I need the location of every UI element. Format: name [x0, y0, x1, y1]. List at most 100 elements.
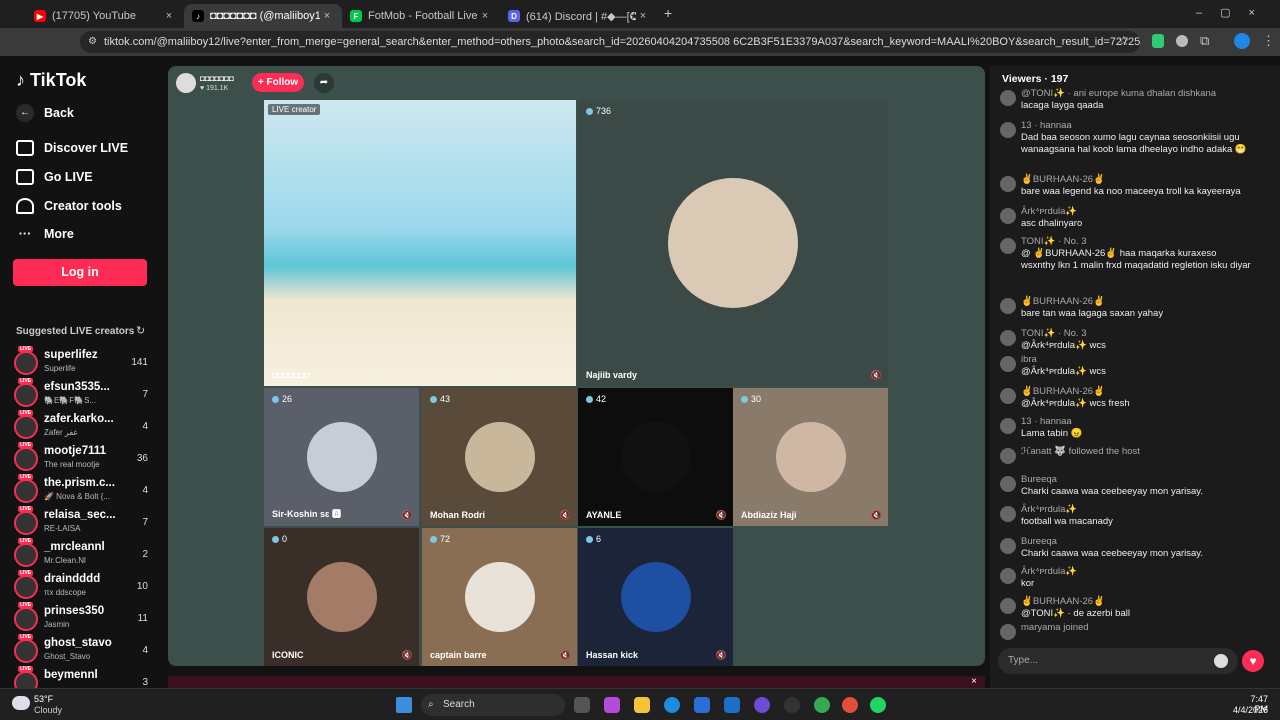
- chrome-icon[interactable]: [814, 697, 830, 713]
- chrome-icon[interactable]: [842, 697, 858, 713]
- tab-discord[interactable]: D (614) Discord | #◆—[✪]GENE×: [500, 4, 658, 28]
- chat-text: bare waa legend ka noo maceeya troll ka …: [1021, 186, 1241, 197]
- share-icon[interactable]: ➦: [314, 73, 334, 93]
- site-info-icon[interactable]: ⚙: [88, 36, 97, 47]
- suggested-creator[interactable]: LIVE mootje7111 The real mootje 36: [14, 442, 148, 475]
- windows-start-icon[interactable]: [396, 697, 412, 713]
- tiktok-logo[interactable]: ♪ TikTok: [16, 70, 86, 91]
- nav-discover-live[interactable]: Discover LIVE: [16, 140, 128, 156]
- new-tab-icon[interactable]: +: [664, 5, 672, 21]
- extension-icon[interactable]: [1176, 35, 1188, 47]
- chat-text: Lama tabin 😠: [1021, 428, 1083, 439]
- close-icon[interactable]: ×: [320, 10, 334, 22]
- guest-name: Najiib vardy: [586, 370, 638, 380]
- suggested-creator[interactable]: LIVE efsun3535... 🐘E🐘F🐘S... 7: [14, 378, 148, 411]
- edge-icon[interactable]: [664, 697, 680, 713]
- beach-image: [264, 100, 576, 386]
- tab-tiktok[interactable]: ♪ ◘◘◘◘◘◘◘ (@maliiboy12) ×: [184, 4, 342, 28]
- task-view-icon[interactable]: [574, 697, 590, 713]
- heart-gift-icon[interactable]: ♥: [1242, 650, 1264, 672]
- tab-youtube[interactable]: ▶ (17705) YouTube ×: [26, 4, 184, 28]
- follow-button[interactable]: + Follow: [252, 73, 304, 92]
- suggested-creator[interactable]: LIVE prinses350 Jasmin 11: [14, 602, 148, 635]
- guest-name: AYANLE: [586, 510, 622, 520]
- app-icon[interactable]: [784, 697, 800, 713]
- chat-text: asc dhalinyaro: [1021, 218, 1083, 229]
- creator-subtitle: Jasmin: [44, 620, 70, 629]
- guest-viewer-count: 43: [430, 394, 450, 404]
- suggested-creator[interactable]: LIVE relaisa_sec... RE-LAISA 7: [14, 506, 148, 539]
- avatar: [14, 351, 38, 375]
- mic-muted-icon: 🔇: [715, 510, 727, 520]
- guest-tile[interactable]: 0 🔇 ICONIC: [264, 528, 419, 666]
- close-icon[interactable]: ×: [971, 676, 977, 687]
- creator-subtitle: Mr.Clean.Nl: [44, 556, 86, 565]
- live-badge: LIVE: [18, 506, 34, 512]
- extension-shield-icon[interactable]: [1152, 34, 1164, 48]
- viewer-count: 4: [142, 485, 148, 496]
- window-controls[interactable]: –▢×: [1196, 6, 1273, 19]
- outlook-icon[interactable]: [724, 697, 740, 713]
- chat-input[interactable]: Type...: [998, 648, 1238, 674]
- suggested-creator[interactable]: LIVE ghost_stavo Ghost_Stavo 4: [14, 634, 148, 667]
- host-avatar[interactable]: [176, 73, 196, 93]
- emoji-icon[interactable]: [1214, 654, 1228, 668]
- app-icon[interactable]: [754, 697, 770, 713]
- copilot-icon[interactable]: [604, 697, 620, 713]
- guest-tile[interactable]: 736 🔇 Najiib vardy: [578, 100, 888, 386]
- host-name[interactable]: ◘◘◘◘◘◘◘: [200, 74, 234, 83]
- home-icon: [16, 198, 34, 214]
- close-icon[interactable]: ×: [162, 10, 176, 22]
- more-dots-icon: ···: [18, 227, 32, 241]
- profile-avatar[interactable]: [1234, 33, 1250, 49]
- guest-tile[interactable]: 42 🔇 AYANLE: [578, 388, 733, 526]
- file-explorer-icon[interactable]: [634, 697, 650, 713]
- avatar: [14, 543, 38, 567]
- suggested-creator[interactable]: LIVE superlifez Superlife 141: [14, 346, 148, 379]
- guest-tile[interactable]: 6 🔇 Hassan kick: [578, 528, 733, 666]
- chat-username: ℋanatt 🐺 followed the host: [1021, 446, 1140, 457]
- puzzle-icon[interactable]: ⧉: [1200, 33, 1209, 49]
- refresh-icon[interactable]: ↻: [136, 324, 145, 337]
- url-input[interactable]: tiktok.com/@maliiboy12/live?enter_from_m…: [80, 31, 1140, 53]
- weather-temp[interactable]: 53°F: [34, 694, 53, 704]
- avatar: [1000, 568, 1016, 584]
- guest-tile[interactable]: LIVE creator ◘◘◘◘◘◘◘: [264, 100, 576, 386]
- suggested-title: Suggested LIVE creators: [16, 326, 135, 337]
- suggested-creator[interactable]: LIVE the.prism.c... 🚀 Nova & Bolt {... 4: [14, 474, 148, 507]
- guest-tile[interactable]: 43 🔇 Mohan Rodri: [422, 388, 577, 526]
- whatsapp-icon[interactable]: [870, 697, 886, 713]
- mic-muted-icon: 🔇: [715, 650, 727, 660]
- guest-viewer-count: 736: [586, 106, 611, 116]
- guest-avatar: [668, 178, 798, 308]
- viewer-count: 3: [142, 677, 148, 688]
- nav-creator-tools[interactable]: Creator tools: [16, 198, 122, 214]
- taskbar-search[interactable]: ⌕ Search: [421, 694, 565, 716]
- chat-username: TONI✨ · No. 3: [1021, 328, 1087, 339]
- suggested-creator[interactable]: LIVE _mrcleannl Mr.Clean.Nl 2: [14, 538, 148, 571]
- close-icon[interactable]: ×: [478, 10, 492, 22]
- nav-more[interactable]: ··· More: [16, 227, 74, 241]
- star-icon[interactable]: ☆: [1118, 33, 1130, 49]
- guest-tile[interactable]: 30 🔇 Abdiaziz Haji: [733, 388, 888, 526]
- suggested-creator[interactable]: LIVE zafer.karko... Zafer غفر 4: [14, 410, 148, 443]
- guest-tile[interactable]: 72 🔇 captain barre: [422, 528, 577, 666]
- avatar: [1000, 298, 1016, 314]
- login-button[interactable]: Log in: [13, 259, 147, 286]
- viewers-count[interactable]: Viewers · 197: [1002, 73, 1068, 85]
- tab-fotmob[interactable]: F FotMob - Football Live Scores×: [342, 4, 500, 28]
- creator-name: draindddd: [44, 573, 101, 585]
- back-link[interactable]: ← Back: [16, 104, 74, 122]
- avatar: [14, 511, 38, 535]
- suggested-creator[interactable]: LIVE draindddd πx ddscope 10: [14, 570, 148, 603]
- menu-dots-icon[interactable]: ⋮: [1262, 33, 1275, 49]
- close-icon[interactable]: ×: [636, 10, 650, 22]
- nav-go-live[interactable]: Go LIVE: [16, 169, 93, 185]
- creator-subtitle: RE-LAISA: [44, 524, 81, 533]
- live-badge: LIVE: [18, 378, 34, 384]
- store-icon[interactable]: [694, 697, 710, 713]
- guest-tile[interactable]: 26 🔇 Sir-Koshin sɛ 🅰: [264, 388, 419, 526]
- avatar: [1000, 330, 1016, 346]
- mic-muted-icon: 🔇: [401, 510, 413, 520]
- chat-text: Charki caawa waa ceebeeyay mon yarisay.: [1021, 486, 1203, 497]
